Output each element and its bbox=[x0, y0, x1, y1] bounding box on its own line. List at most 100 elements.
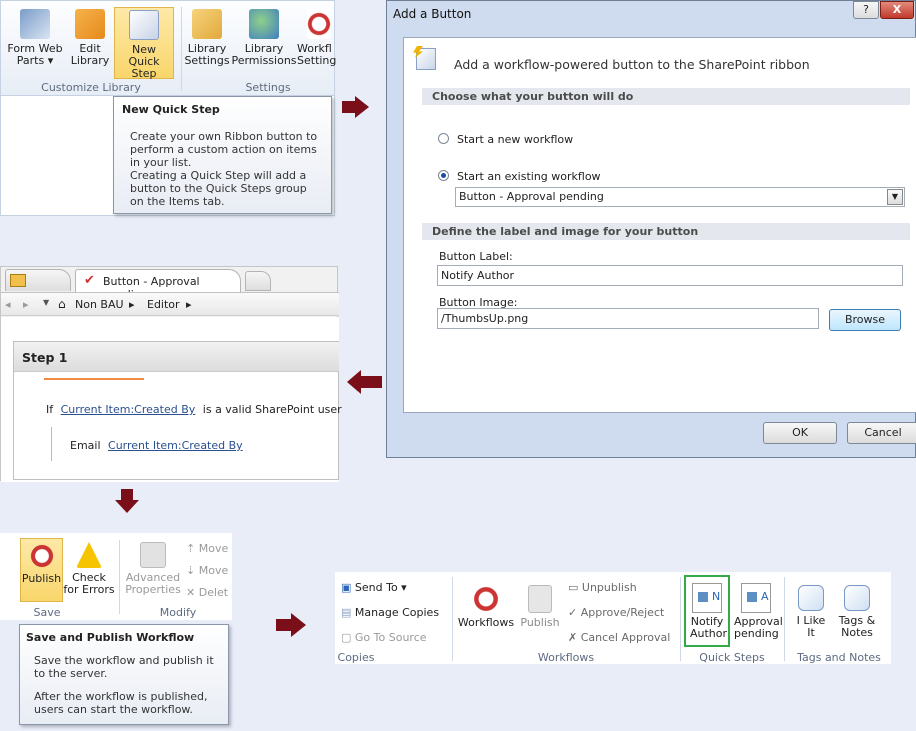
cancel-button[interactable]: Cancel bbox=[847, 422, 916, 444]
tooltip-title: New Quick Step bbox=[122, 103, 220, 116]
workflows-button[interactable]: Workflows bbox=[456, 585, 516, 629]
delete-button[interactable]: ✕ Delet bbox=[186, 586, 228, 599]
unpublish-icon: ▭ bbox=[568, 581, 579, 594]
dialog-header: Add a workflow-powered button to the Sha… bbox=[454, 57, 810, 72]
breadcrumb-non-bau[interactable]: Non BAU bbox=[75, 298, 124, 311]
library-settings-button[interactable]: Library Settings bbox=[183, 9, 231, 67]
copies-icon: ▤ bbox=[341, 606, 352, 619]
advanced-properties-button[interactable]: Advanced Properties bbox=[123, 542, 183, 596]
arrow-right-icon-head bbox=[355, 96, 369, 118]
move-up-button[interactable]: ⇡ Move bbox=[186, 542, 228, 555]
forward-icon[interactable]: ▸ bbox=[23, 298, 29, 311]
send-to-button[interactable]: ▣ Send To ▾ bbox=[341, 581, 407, 594]
publish-icon bbox=[28, 543, 55, 569]
arrow-right-icon bbox=[342, 101, 356, 113]
workflow-settings-button[interactable]: Workfl Setting bbox=[297, 9, 345, 67]
back-icon[interactable]: ◂ bbox=[5, 298, 11, 311]
email-keyword: Email bbox=[70, 439, 101, 452]
arrow-left-icon-head bbox=[347, 370, 361, 394]
publish-button[interactable]: Publish bbox=[20, 538, 63, 602]
workflow-tab-icon: ✔ bbox=[84, 273, 95, 288]
arrow-left-icon bbox=[360, 376, 382, 388]
new-quick-step-tooltip: New Quick Step Create your own Ribbon bu… bbox=[113, 96, 332, 214]
browse-button[interactable]: Browse bbox=[829, 309, 901, 331]
delete-icon: ✕ bbox=[186, 586, 196, 599]
step-box: Step 1 If Current Item:Created By is a v… bbox=[13, 341, 342, 480]
edit-library-icon bbox=[75, 9, 105, 39]
tag-icon bbox=[844, 585, 870, 611]
breadcrumb-bar: ◂ ▸ ▼ ⌂ Non BAU ▸ Editor ▸ bbox=[1, 292, 339, 316]
tab-workflow[interactable]: ✔ Button - Approval pending bbox=[75, 269, 241, 301]
opt-existing-workflow-label: Start an existing workflow bbox=[457, 170, 601, 183]
help-button[interactable]: ? bbox=[853, 1, 879, 19]
folder-gear-icon bbox=[192, 9, 222, 39]
users-icon bbox=[249, 9, 279, 39]
items-ribbon: ▣ Send To ▾ ▤ Manage Copies ▢ Go To Sour… bbox=[335, 572, 891, 664]
group-modify: Modify bbox=[159, 606, 197, 619]
close-button[interactable]: X bbox=[880, 1, 914, 19]
separator bbox=[784, 577, 785, 661]
email-field-link[interactable]: Current Item:Created By bbox=[108, 439, 243, 452]
notify-author-button[interactable]: N Notify Author bbox=[684, 575, 730, 647]
section-choose-action: Choose what your button will do bbox=[422, 88, 910, 105]
insertion-bar bbox=[44, 378, 144, 380]
if-keyword: If bbox=[46, 403, 54, 416]
breadcrumb-editor[interactable]: Editor bbox=[147, 298, 180, 311]
chevron-down-icon[interactable]: ▼ bbox=[887, 189, 903, 205]
new-quick-step-button[interactable]: New Quick Step bbox=[114, 7, 174, 80]
lightning-icon bbox=[413, 46, 436, 70]
group-workflows: Workflows bbox=[537, 651, 595, 664]
step-title: Step 1 bbox=[14, 342, 339, 372]
separator bbox=[680, 577, 681, 661]
manage-copies-button[interactable]: ▤ Manage Copies bbox=[341, 606, 439, 619]
group-copies: Copies bbox=[337, 651, 375, 664]
group-settings: Settings bbox=[245, 81, 291, 94]
opt-new-workflow-label: Start a new workflow bbox=[457, 133, 574, 146]
section-label-image: Define the label and image for your butt… bbox=[422, 223, 910, 240]
new-tab-icon[interactable] bbox=[245, 271, 271, 291]
breadcrumb-sep-icon: ▸ bbox=[129, 298, 135, 311]
check-errors-button[interactable]: Check for Errors bbox=[63, 542, 115, 596]
workflow-select[interactable]: Button - Approval pending ▼ bbox=[455, 187, 905, 207]
approve-reject-button[interactable]: ✓ Approve/Reject bbox=[568, 606, 664, 619]
source-icon: ▢ bbox=[341, 631, 352, 644]
button-label-input[interactable]: Notify Author bbox=[437, 265, 903, 286]
move-down-icon: ⇣ bbox=[186, 564, 196, 577]
button-label-caption: Button Label: bbox=[439, 250, 513, 263]
group-save: Save bbox=[33, 606, 61, 619]
tab-list-icon[interactable] bbox=[5, 269, 71, 291]
i-like-it-button[interactable]: I Like It bbox=[792, 585, 830, 639]
tooltip-body-1: Save the workflow and publish it to the … bbox=[34, 654, 214, 680]
condition-field-link[interactable]: Current Item:Created By bbox=[61, 403, 196, 416]
separator bbox=[181, 7, 182, 91]
image-placeholder-icon: N bbox=[692, 583, 722, 613]
radio-existing-workflow[interactable] bbox=[438, 170, 449, 181]
arrow-down-icon-head bbox=[115, 500, 139, 513]
breadcrumb-sep-icon: ▸ bbox=[186, 298, 192, 311]
move-up-icon: ⇡ bbox=[186, 542, 196, 555]
form-web-parts-button[interactable]: Form Web Parts ▾ bbox=[5, 9, 65, 67]
edit-library-button[interactable]: Edit Library bbox=[65, 9, 115, 67]
cancel-approval-button[interactable]: ✗ Cancel Approval bbox=[568, 631, 670, 644]
home-icon[interactable]: ⌂ bbox=[58, 297, 66, 311]
unpublish-button[interactable]: ▭ Unpublish bbox=[568, 581, 637, 594]
radio-new-workflow[interactable] bbox=[438, 133, 449, 144]
tags-notes-button[interactable]: Tags & Notes bbox=[834, 585, 880, 639]
workflow-icon bbox=[472, 585, 500, 613]
tooltip-body-2: Creating a Quick Step will add a button … bbox=[130, 169, 307, 208]
cancel-approval-icon: ✗ bbox=[568, 631, 578, 644]
action-indent-bar bbox=[51, 427, 52, 461]
image-placeholder-icon: A bbox=[741, 583, 771, 613]
chevron-down-icon[interactable]: ▼ bbox=[43, 298, 49, 307]
condition-line: If Current Item:Created By is a valid Sh… bbox=[46, 403, 342, 416]
approval-pending-button[interactable]: A Approval pending bbox=[734, 577, 783, 647]
move-down-button[interactable]: ⇣ Move bbox=[186, 564, 228, 577]
warning-icon bbox=[76, 542, 102, 568]
condition-text: is a valid SharePoint user bbox=[202, 403, 342, 416]
go-to-source-button[interactable]: ▢ Go To Source bbox=[341, 631, 427, 644]
button-image-input[interactable]: /ThumbsUp.png bbox=[437, 308, 819, 329]
publish-button[interactable]: Publish bbox=[518, 585, 562, 629]
ok-button[interactable]: OK bbox=[763, 422, 837, 444]
tooltip-body-1: Create your own Ribbon button to perform… bbox=[130, 130, 318, 169]
library-permissions-button[interactable]: Library Permissions bbox=[231, 9, 297, 67]
